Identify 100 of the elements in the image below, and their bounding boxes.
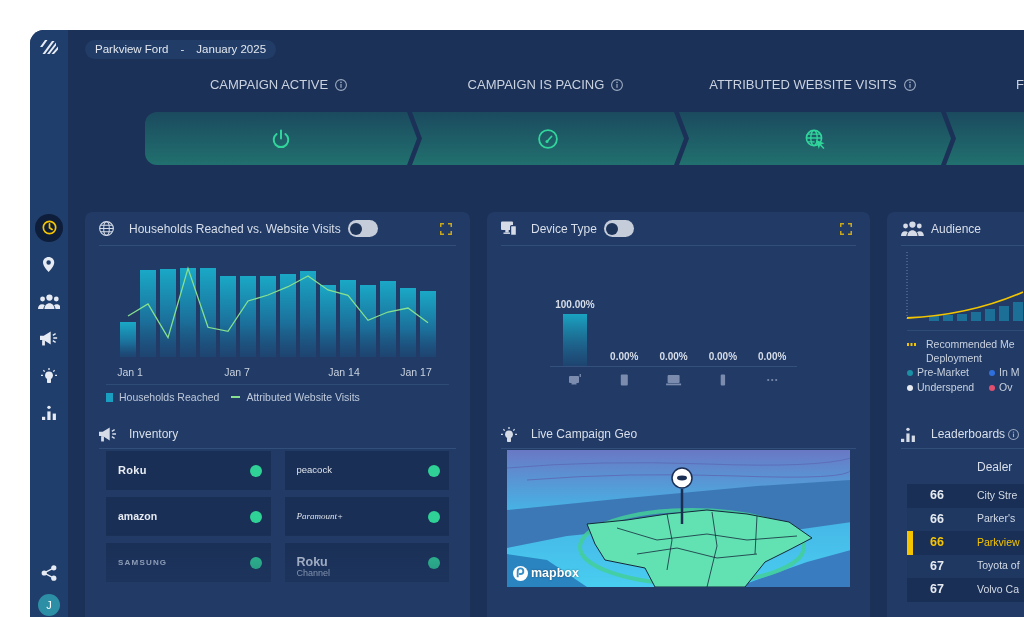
megaphone-icon	[99, 426, 117, 442]
logo-text: Paramount+	[296, 509, 344, 523]
lightbulb-icon	[501, 426, 517, 442]
clock-icon	[41, 220, 57, 235]
value-label: 0.00%	[610, 351, 639, 362]
devices-icon	[501, 221, 517, 236]
value-label: 0.00%	[758, 351, 787, 362]
legend-label: In M	[999, 365, 1020, 380]
value-label: 0.00%	[708, 351, 738, 362]
power-icon	[271, 128, 291, 149]
chart-bar	[971, 312, 981, 321]
logo-icon	[513, 566, 528, 581]
chart-bar	[985, 309, 995, 321]
dealer-cell-text: City Stre	[976, 487, 1018, 503]
laptop-icon	[666, 375, 682, 386]
legend-label: Ov	[999, 380, 1013, 395]
logo-subtext: Channel	[296, 568, 331, 578]
bar-chart-icon	[901, 426, 915, 442]
axis-label: Jan 1	[117, 366, 143, 378]
dealer-cell-text: Parkview	[976, 534, 1020, 550]
people-icon	[901, 221, 924, 236]
column-header: Dealer	[977, 458, 1013, 476]
chart-bar	[929, 316, 939, 321]
dealer-cell-text: Toyota of	[976, 558, 1020, 574]
legend-label: Pre-Market	[917, 365, 969, 380]
dealer-name: Parkview Ford	[95, 41, 169, 57]
sidebar-item[interactable]	[35, 213, 63, 242]
panel-title: Inventory	[129, 426, 179, 443]
chart-bar	[360, 285, 376, 357]
legend-label: Attributed Website Visits	[246, 391, 360, 403]
panel-title: Households Reached vs. Website Visits	[129, 220, 341, 238]
info-icon[interactable]	[611, 79, 624, 91]
status-dot-icon	[249, 556, 262, 569]
panel-title: Device Type	[531, 220, 597, 238]
phone-icon	[720, 374, 726, 386]
step-title: CAMPAIGN ACTIVE	[209, 76, 329, 95]
axis-label: Jan 14	[328, 366, 360, 378]
logo-text: amazon	[118, 508, 158, 524]
step-title: CAMPAIGN IS PACING	[467, 76, 605, 95]
tablet-icon	[620, 374, 628, 386]
more-icon	[767, 378, 778, 382]
value-label: 0.00%	[659, 351, 688, 362]
user-avatar[interactable]: J	[38, 594, 60, 616]
separator-text: -	[180, 41, 185, 57]
expand-icon[interactable]	[840, 222, 852, 235]
legend-label: Recommended Me Deployment	[926, 337, 1016, 365]
megaphone-icon	[40, 331, 58, 346]
tv-icon	[569, 374, 581, 385]
chart-bar	[943, 315, 953, 321]
globe-icon	[99, 221, 114, 236]
panel-title: Leaderboards	[931, 426, 1006, 443]
panel-title: Live Campaign Geo	[531, 426, 638, 443]
location-pin-icon	[43, 257, 55, 272]
logo-text: SAMSUNG	[118, 556, 168, 569]
share-icon[interactable]	[41, 565, 57, 581]
status-dot-icon	[428, 510, 440, 523]
info-icon[interactable]	[1008, 428, 1020, 440]
gauge-icon	[538, 128, 558, 149]
chart-bar	[420, 291, 436, 357]
people-icon	[37, 294, 61, 309]
expand-icon[interactable]	[440, 222, 452, 235]
chart-bar	[400, 288, 416, 357]
toggle-switch[interactable]	[603, 220, 634, 237]
bar-chart-icon	[42, 405, 56, 420]
logo-text: Roku	[118, 463, 147, 479]
chart-bar	[320, 285, 336, 357]
status-dot-icon	[428, 556, 440, 569]
status-dot-icon	[249, 510, 262, 523]
status-dot-icon	[249, 464, 262, 477]
legend-label: Underspend	[917, 380, 975, 395]
info-icon[interactable]	[335, 79, 348, 91]
toggle-switch[interactable]	[347, 220, 378, 237]
chart-bar	[1013, 302, 1023, 321]
panel-title: Audience	[931, 220, 982, 238]
axis-line	[906, 251, 908, 321]
logo-text: Roku	[296, 556, 328, 569]
period-label: January 2025	[196, 41, 267, 57]
legend-label: Households Reached	[119, 391, 220, 403]
chart-bar	[957, 314, 967, 321]
chart-bar	[999, 306, 1009, 321]
step-title: F	[1016, 76, 1024, 95]
score-cell-text: 67	[929, 557, 945, 575]
globe-cursor-icon	[805, 128, 825, 149]
info-icon[interactable]	[903, 79, 916, 91]
lightbulb-icon	[41, 368, 57, 383]
logo-icon[interactable]	[40, 40, 58, 54]
dealer-cell-text: Parker's	[976, 511, 1016, 527]
score-cell-text: 66	[929, 510, 945, 528]
score-cell-text: 67	[929, 581, 945, 599]
axis-label: Jan 7	[224, 366, 250, 378]
logo-text: peacock	[296, 463, 332, 478]
dealer-cell-text: Volvo Ca	[976, 581, 1020, 597]
chart-bar	[120, 322, 136, 357]
status-dot-icon	[428, 464, 440, 477]
score-cell-text: 66	[929, 487, 945, 505]
step-title: ATTRIBUTED WEBSITE VISITS	[709, 76, 897, 95]
score-cell-text: 66	[929, 534, 945, 552]
attribution-text: mapbox	[531, 567, 579, 580]
chart-bar	[563, 314, 587, 366]
axis-label: Jan 17	[400, 366, 432, 378]
